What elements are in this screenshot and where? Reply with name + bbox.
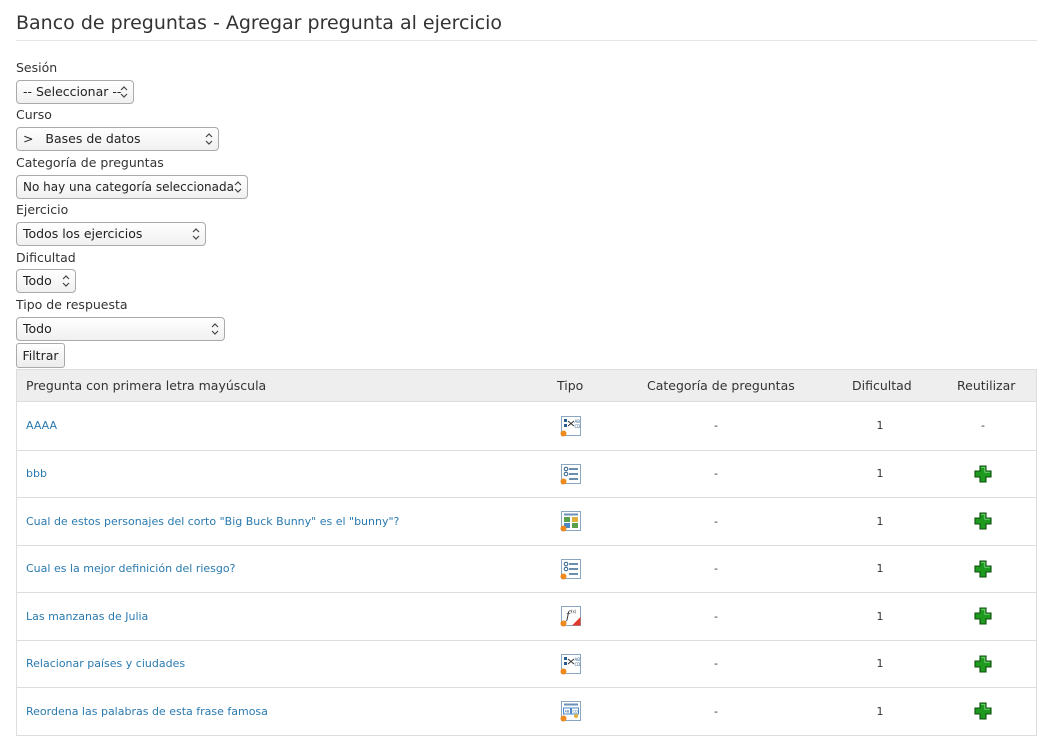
difficulty-select[interactable]: Todo	[16, 269, 76, 293]
reuse-cell	[937, 593, 1029, 640]
session-select[interactable]: -- Seleccionar --	[16, 80, 134, 104]
table-row: AAAA AB CD - 1 -	[17, 402, 1036, 450]
filter-button[interactable]: Filtrar	[16, 343, 65, 368]
select-arrows-icon	[205, 131, 213, 147]
course-select[interactable]: > Bases de datos	[16, 127, 219, 151]
matching-icon: AB CD	[560, 653, 582, 675]
multiple-choice-icon	[560, 463, 582, 485]
table-header: Pregunta con primera letra mayúscula Tip…	[17, 370, 1036, 402]
difficulty-value: 1	[876, 609, 884, 623]
select-arrows-icon	[62, 273, 70, 289]
select-arrows-icon	[192, 226, 200, 242]
header-category: Categoría de preguntas	[647, 378, 795, 393]
category-select-value: No hay una categoría seleccionada	[23, 180, 234, 194]
svg-text:CD: CD	[573, 710, 578, 714]
exercise-label: Ejercicio	[16, 202, 69, 217]
add-icon[interactable]	[974, 607, 992, 625]
svg-text:AB: AB	[565, 710, 570, 714]
answer-type-select-value: Todo	[23, 321, 52, 336]
table-row: Reordena las palabras de esta frase famo…	[17, 687, 1036, 735]
reuse-cell	[937, 641, 1029, 688]
add-icon[interactable]	[974, 512, 992, 530]
svg-text:CD: CD	[575, 662, 581, 667]
question-type: f (x)	[557, 593, 585, 640]
select-arrows-icon	[234, 179, 242, 195]
category-value: -	[714, 467, 718, 481]
questions-table: Pregunta con primera letra mayúscula Tip…	[16, 369, 1037, 736]
question-type	[557, 546, 585, 593]
question-type: AB CD	[557, 641, 585, 688]
table-row: Cual de estos personajes del corto "Big …	[17, 497, 1036, 545]
exercise-select-value: Todos los ejercicios	[23, 226, 143, 241]
course-select-value: > Bases de datos	[23, 131, 141, 146]
question-link[interactable]: Relacionar países y ciudades	[26, 641, 185, 688]
table-row: Relacionar países y ciudades AB CD - 1	[17, 639, 1036, 688]
header-difficulty: Dificultad	[852, 378, 912, 393]
add-icon[interactable]	[974, 465, 992, 483]
select-arrows-icon	[211, 321, 219, 337]
difficulty-value: 1	[876, 562, 884, 576]
difficulty-label: Dificultad	[16, 250, 76, 265]
category-select[interactable]: No hay una categoría seleccionada	[16, 175, 248, 199]
difficulty-value: 1	[876, 704, 884, 718]
reuse-cell	[937, 498, 1029, 545]
header-reuse: Reutilizar	[957, 378, 1016, 393]
svg-text:CD: CD	[575, 424, 581, 429]
question-type: AB CD	[557, 402, 585, 450]
calculated-formula-icon: f (x)	[560, 605, 582, 627]
difficulty-value: 1	[876, 514, 884, 528]
course-label: Curso	[16, 107, 52, 122]
ordering-icon: AB CD	[560, 700, 582, 722]
category-label: Categoría de preguntas	[16, 155, 164, 170]
question-link[interactable]: Cual de estos personajes del corto "Big …	[26, 498, 399, 545]
question-type	[557, 498, 585, 545]
table-row: bbb - 1	[17, 449, 1036, 498]
session-label: Sesión	[16, 60, 58, 75]
matching-icon: AB CD	[560, 415, 582, 437]
reuse-cell	[937, 451, 1029, 498]
table-row: Cual es la mejor definición del riesgo? …	[17, 544, 1036, 593]
question-type: AB CD	[557, 688, 585, 735]
select-arrows-icon	[120, 84, 128, 100]
category-value: -	[714, 419, 718, 433]
difficulty-select-value: Todo	[23, 273, 52, 288]
table-body: AAAA AB CD - 1 - bbb - 1 Cual de estos pe…	[17, 402, 1036, 735]
difficulty-value: 1	[876, 657, 884, 671]
header-type: Tipo	[557, 378, 584, 393]
category-value: -	[714, 609, 718, 623]
table-row: Las manzanas de Julia f (x) - 1	[17, 592, 1036, 640]
difficulty-value: 1	[876, 467, 884, 481]
answer-type-select[interactable]: Todo	[16, 317, 225, 341]
category-value: -	[714, 514, 718, 528]
reuse-cell: -	[981, 419, 985, 433]
header-question: Pregunta con primera letra mayúscula	[26, 378, 267, 393]
add-icon[interactable]	[974, 655, 992, 673]
category-value: -	[714, 562, 718, 576]
category-value: -	[714, 704, 718, 718]
svg-text:(x): (x)	[571, 609, 577, 614]
page-title: Banco de preguntas - Agregar pregunta al…	[16, 10, 1037, 41]
category-value: -	[714, 657, 718, 671]
question-link[interactable]: Reordena las palabras de esta frase famo…	[26, 688, 268, 735]
session-select-value: -- Seleccionar --	[23, 84, 122, 99]
question-type	[557, 451, 585, 498]
difficulty-value: 1	[876, 419, 884, 433]
multiple-choice-icon	[560, 558, 582, 580]
answer-type-label: Tipo de respuesta	[16, 297, 128, 312]
question-link[interactable]: AAAA	[26, 402, 57, 450]
exercise-select[interactable]: Todos los ejercicios	[16, 222, 206, 246]
add-icon[interactable]	[974, 560, 992, 578]
reuse-cell	[937, 546, 1029, 593]
add-icon[interactable]	[974, 702, 992, 720]
reuse-cell	[937, 688, 1029, 735]
question-link[interactable]: Las manzanas de Julia	[26, 593, 148, 640]
question-link[interactable]: bbb	[26, 451, 47, 498]
question-link[interactable]: Cual es la mejor definición del riesgo?	[26, 546, 235, 593]
image-zones-icon	[560, 510, 582, 532]
